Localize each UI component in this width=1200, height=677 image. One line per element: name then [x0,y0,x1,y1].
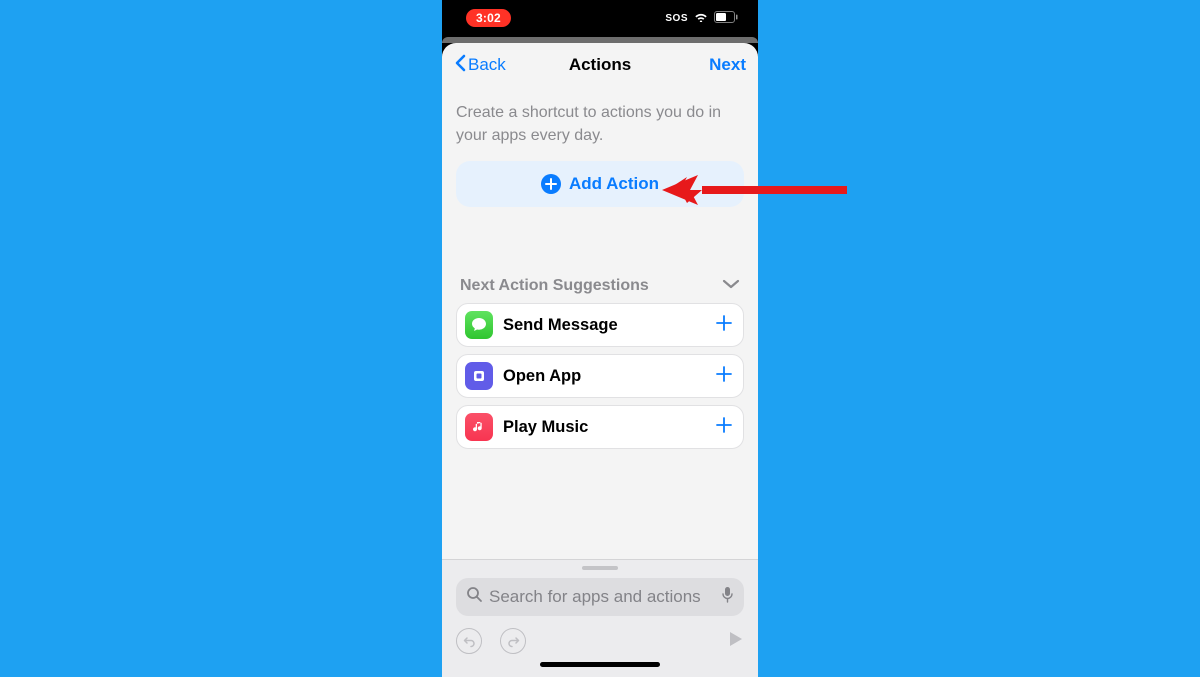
suggestion-row-play-music[interactable]: Play Music [456,405,744,449]
shortcuts-icon [465,362,493,390]
suggestion-label: Play Music [503,418,715,437]
add-action-button[interactable]: Add Action [456,161,744,207]
status-sos-label: SOS [665,13,688,24]
status-time-recording-pill: 3:02 [466,9,511,27]
chevron-left-icon [454,54,466,77]
battery-icon [714,11,738,26]
messages-icon [465,311,493,339]
next-button[interactable]: Next [709,55,746,75]
add-suggestion-button[interactable] [715,313,733,337]
chevron-down-icon[interactable] [722,277,740,295]
redo-button[interactable] [500,628,526,654]
mic-icon[interactable] [721,586,734,609]
nav-bar: Back Actions Next [442,43,758,87]
phone-frame: 3:02 SOS Back Actions Next Create a shor… [442,0,758,677]
search-input[interactable]: Search for apps and actions [456,578,744,616]
bottom-panel: Search for apps and actions [442,559,758,677]
suggestions-header-label: Next Action Suggestions [460,277,649,295]
actions-modal: Back Actions Next Create a shortcut to a… [442,43,758,677]
suggestion-row-open-app[interactable]: Open App [456,354,744,398]
add-suggestion-button[interactable] [715,415,733,439]
grabber-handle[interactable] [582,566,618,570]
search-icon [466,586,483,608]
undo-button[interactable] [456,628,482,654]
wifi-icon [694,11,708,25]
search-placeholder: Search for apps and actions [489,587,715,607]
add-action-label: Add Action [569,174,659,194]
plus-circle-icon [541,174,561,194]
play-button[interactable] [726,630,744,653]
description-text: Create a shortcut to actions you do in y… [456,101,744,147]
suggestion-row-send-message[interactable]: Send Message [456,303,744,347]
back-label: Back [468,55,506,75]
back-button[interactable]: Back [454,54,506,77]
home-indicator[interactable] [540,662,660,667]
add-suggestion-button[interactable] [715,364,733,388]
status-bar: 3:02 SOS [442,0,758,37]
music-icon [465,413,493,441]
suggestion-label: Open App [503,367,715,386]
suggestion-label: Send Message [503,316,715,335]
